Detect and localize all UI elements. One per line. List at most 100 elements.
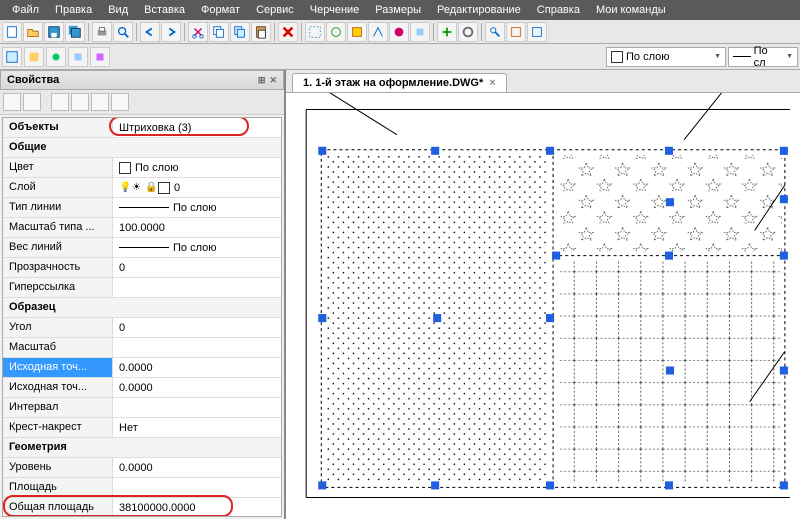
spacing-label: Интервал	[3, 398, 113, 417]
origin-y-label: Исходная точ...	[3, 378, 113, 397]
menu-service[interactable]: Сервис	[248, 2, 302, 18]
row-double[interactable]: Крест-накрест Нет	[3, 418, 281, 438]
tb2-d[interactable]	[68, 47, 88, 67]
tool-c[interactable]	[368, 22, 388, 42]
layer-value: 0	[174, 182, 180, 194]
row-hyperlink[interactable]: Гиперссылка	[3, 278, 281, 298]
transparency-value: 0	[119, 262, 125, 274]
print-button[interactable]	[92, 22, 112, 42]
new-button[interactable]	[2, 22, 22, 42]
tb2-b[interactable]	[24, 47, 44, 67]
section-geometry[interactable]: Геометрия	[3, 438, 281, 458]
select-button[interactable]	[305, 22, 325, 42]
paste-button[interactable]	[251, 22, 271, 42]
tool-f[interactable]	[437, 22, 457, 42]
color-swatch-icon	[611, 51, 623, 63]
ltscale-label: Масштаб типа ...	[3, 218, 113, 237]
menu-help[interactable]: Справка	[529, 2, 588, 18]
row-color[interactable]: Цвет По слою	[3, 158, 281, 178]
row-objects[interactable]: Объекты Штриховка (3)	[3, 118, 281, 138]
tool-b[interactable]	[347, 22, 367, 42]
row-layer[interactable]: Слой 💡 ☀ 🔒 0	[3, 178, 281, 198]
drawing-viewport[interactable]	[286, 93, 800, 519]
tool-d[interactable]	[389, 22, 409, 42]
delete-button[interactable]	[278, 22, 298, 42]
open-button[interactable]	[23, 22, 43, 42]
tool-i[interactable]	[506, 22, 526, 42]
menu-format[interactable]: Формат	[193, 2, 248, 18]
document-tab[interactable]: 1. 1-й этаж на оформление.DWG* ×	[292, 73, 507, 92]
row-scale[interactable]: Масштаб	[3, 338, 281, 358]
tb2-a[interactable]	[2, 47, 22, 67]
row-ltscale[interactable]: Масштаб типа ... 100.0000	[3, 218, 281, 238]
linetype-label: По сл	[754, 45, 779, 69]
saveall-button[interactable]	[65, 22, 85, 42]
ltscale-value: 100.0000	[119, 222, 165, 234]
drawing-canvas[interactable]	[286, 93, 800, 519]
ptool-c[interactable]	[51, 93, 69, 111]
color-bylayer-label: По слою	[626, 51, 670, 63]
menu-draw[interactable]: Черчение	[302, 2, 368, 18]
row-elevation[interactable]: Уровень 0.0000	[3, 458, 281, 478]
properties-titlebar: Свойства ⊞ ✕	[0, 70, 284, 90]
tool-h[interactable]	[485, 22, 505, 42]
document-tabs: 1. 1-й этаж на оформление.DWG* ×	[286, 70, 800, 93]
copy-button[interactable]	[209, 22, 229, 42]
row-linetype[interactable]: Тип линии По слою	[3, 198, 281, 218]
linetype-dropdown[interactable]: По сл	[728, 47, 798, 67]
cut-button[interactable]	[188, 22, 208, 42]
tool-j[interactable]	[527, 22, 547, 42]
menu-insert[interactable]: Вставка	[136, 2, 193, 18]
row-lweight[interactable]: Вес линий По слою	[3, 238, 281, 258]
menu-edit[interactable]: Правка	[47, 2, 100, 18]
tool-a[interactable]	[326, 22, 346, 42]
menu-file[interactable]: Файл	[4, 2, 47, 18]
section-pattern-label: Образец	[3, 298, 281, 317]
ptool-d[interactable]	[71, 93, 89, 111]
linetype-sample-icon	[119, 207, 169, 208]
menu-modify[interactable]: Редактирование	[429, 2, 529, 18]
ptool-e[interactable]	[91, 93, 109, 111]
angle-value: 0	[119, 322, 125, 334]
ptool-b[interactable]	[23, 93, 41, 111]
row-spacing[interactable]: Интервал	[3, 398, 281, 418]
tb2-c[interactable]	[46, 47, 66, 67]
row-angle[interactable]: Угол 0	[3, 318, 281, 338]
ptool-f[interactable]	[111, 93, 129, 111]
copy2-button[interactable]	[230, 22, 250, 42]
color-swatch-icon	[119, 162, 131, 174]
layer-label: Слой	[3, 178, 113, 197]
tab-close-icon[interactable]: ×	[489, 77, 495, 89]
color-value: По слою	[135, 162, 179, 174]
close-icon[interactable]: ✕	[269, 75, 277, 86]
angle-label: Угол	[3, 318, 113, 337]
tool-e[interactable]	[410, 22, 430, 42]
menu-dims[interactable]: Размеры	[367, 2, 429, 18]
section-general[interactable]: Общие	[3, 138, 281, 158]
double-value: Нет	[119, 422, 138, 434]
menu-view[interactable]: Вид	[100, 2, 136, 18]
section-general-label: Общие	[3, 138, 281, 157]
color-bylayer-dropdown[interactable]: По слою	[606, 47, 726, 67]
elevation-value: 0.0000	[119, 462, 153, 474]
total-area-label: Общая площадь	[3, 498, 113, 517]
row-origin-x[interactable]: Исходная точ... 0.0000	[3, 358, 281, 378]
ptool-a[interactable]	[3, 93, 21, 111]
save-button[interactable]	[44, 22, 64, 42]
row-origin-y[interactable]: Исходная точ... 0.0000	[3, 378, 281, 398]
row-total-area[interactable]: Общая площадь 38100000.0000	[3, 498, 281, 517]
redo-button[interactable]	[161, 22, 181, 42]
menu-mycmds[interactable]: Мои команды	[588, 2, 674, 18]
total-area-value: 38100000.0000	[119, 502, 195, 514]
tool-g[interactable]	[458, 22, 478, 42]
row-transparency[interactable]: Прозрачность 0	[3, 258, 281, 278]
undo-button[interactable]	[140, 22, 160, 42]
layer-state-icons: 💡 ☀ 🔒	[119, 182, 170, 194]
origin-x-label: Исходная точ...	[3, 358, 113, 377]
section-pattern[interactable]: Образец	[3, 298, 281, 318]
row-area[interactable]: Площадь	[3, 478, 281, 498]
preview-button[interactable]	[113, 22, 133, 42]
tb2-e[interactable]	[90, 47, 110, 67]
bulb-icon: 💡	[119, 182, 131, 194]
pin-icon[interactable]: ⊞	[258, 75, 266, 86]
